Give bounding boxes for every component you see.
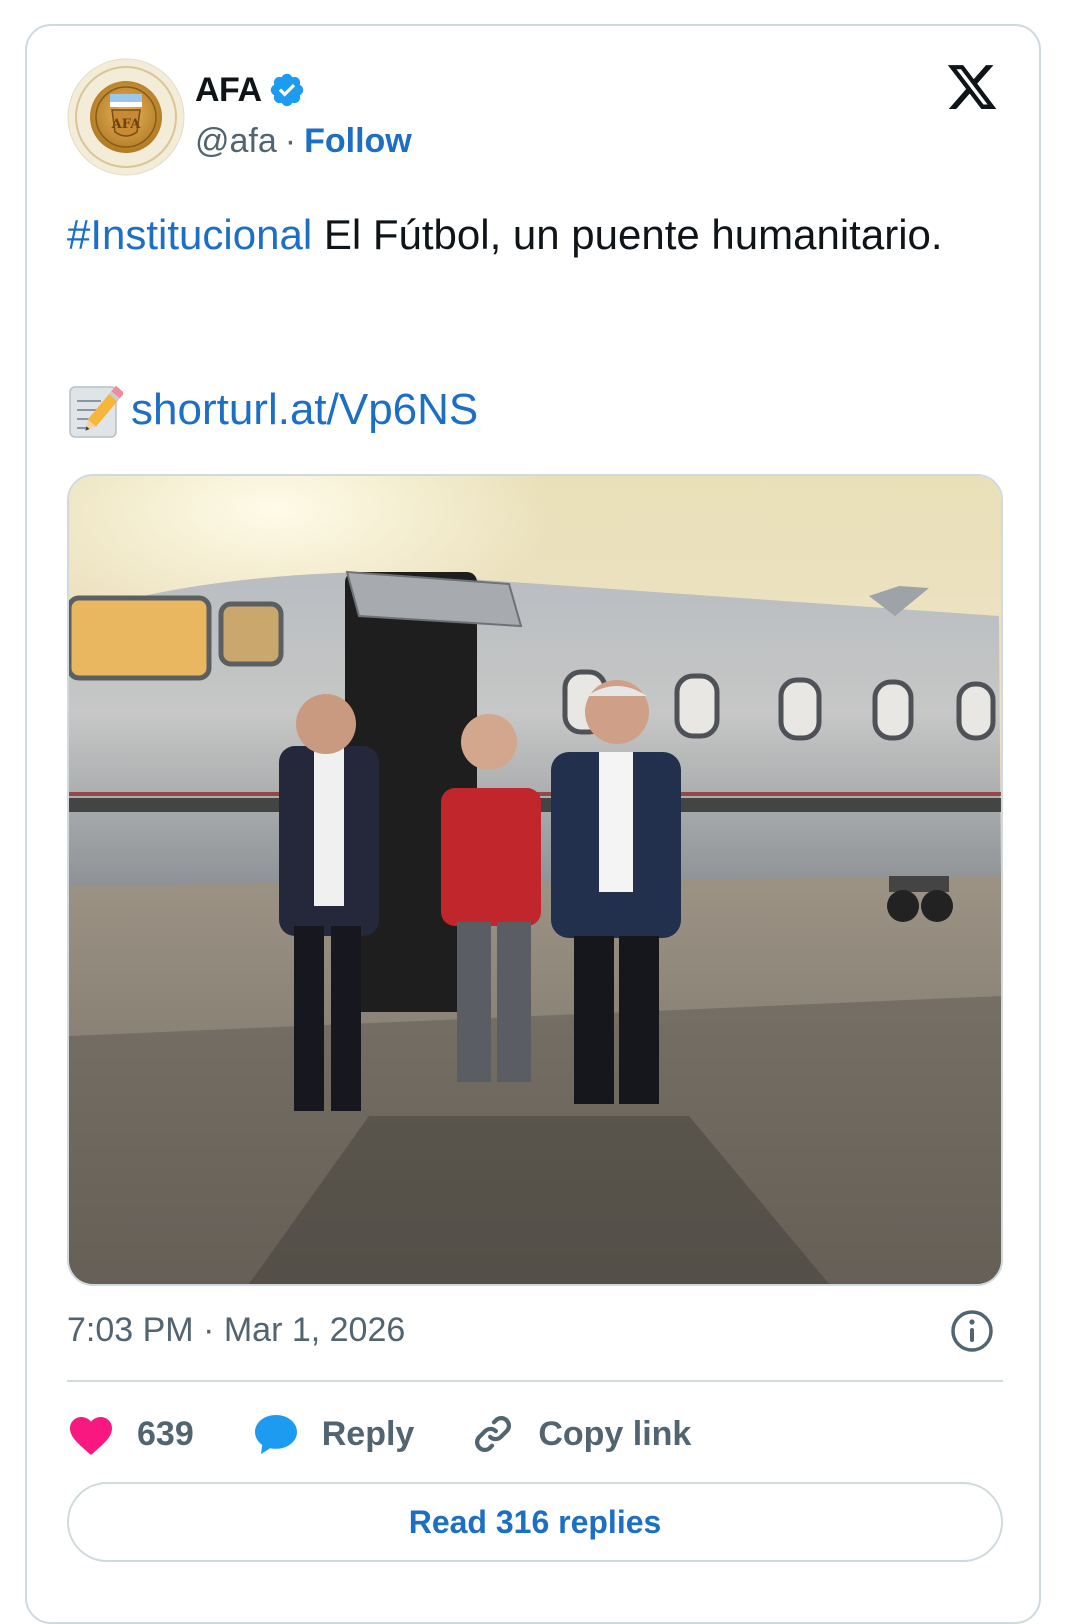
verified-badge-icon	[270, 73, 303, 107]
svg-text:AFA: AFA	[111, 117, 142, 132]
copy-link-button[interactable]: Copy link	[470, 1411, 691, 1457]
shortened-url-link[interactable]: shorturl.at/Vp6NS	[131, 385, 478, 435]
author-name-row: AFA	[195, 70, 306, 110]
afa-crest-avatar[interactable]: AFA	[67, 58, 185, 176]
author-display-name[interactable]: AFA	[195, 71, 262, 110]
follow-button[interactable]: Follow	[304, 122, 412, 161]
link-icon	[475, 1416, 512, 1452]
tweet-text: #Institucional El Fútbol, un puente huma…	[67, 204, 987, 266]
reply-bubble-icon	[254, 1415, 297, 1454]
author-handle-row: @afa · Follow	[195, 122, 412, 161]
divider	[67, 1380, 1003, 1382]
copy-link-label: Copy link	[538, 1414, 692, 1453]
author-handle[interactable]: @afa	[195, 122, 277, 161]
memo-icon	[69, 385, 123, 438]
info-icon[interactable]	[949, 1308, 995, 1354]
link-row: shorturl.at/Vp6NS	[67, 381, 478, 439]
like-count: 639	[137, 1414, 194, 1453]
tweet-timestamp[interactable]: 7:03 PM · Mar 1, 2026	[67, 1311, 405, 1350]
read-replies-button[interactable]: Read 316 replies	[67, 1482, 1003, 1562]
tweet-body: El Fútbol, un puente humanitario.	[312, 211, 943, 258]
reply-button[interactable]: Reply	[252, 1412, 415, 1456]
separator-dot: ·	[284, 122, 297, 160]
reply-label: Reply	[321, 1414, 415, 1453]
tweet-photo[interactable]	[67, 474, 1003, 1286]
photo-illustration	[69, 476, 1001, 1284]
like-button[interactable]: 639	[67, 1412, 194, 1456]
tweet-card: AFA AFA @afa · Follow #Institucional El …	[25, 24, 1041, 1624]
hashtag-link[interactable]: #Institucional	[67, 211, 312, 258]
x-logo-icon[interactable]	[945, 60, 999, 114]
tweet-actions: 639 Reply Copy link	[67, 1406, 691, 1462]
heart-icon	[70, 1417, 112, 1455]
